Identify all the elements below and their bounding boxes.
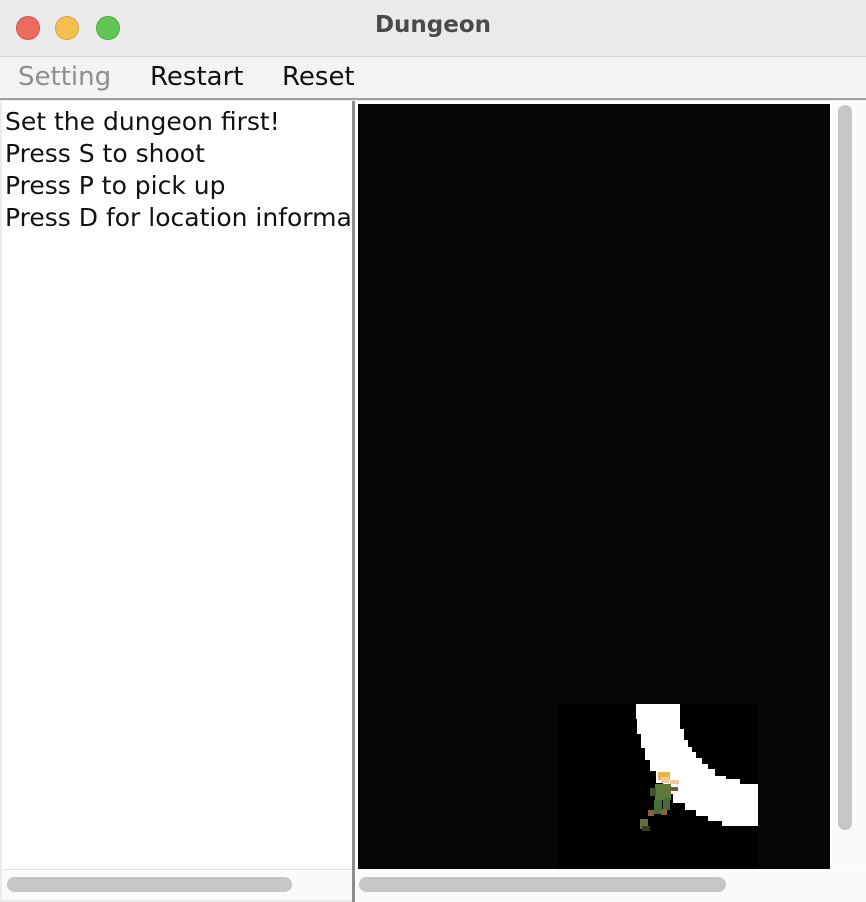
game-vertical-scrollbar[interactable] — [832, 101, 866, 868]
info-panel-horizontal-scrollbar[interactable] — [2, 869, 352, 900]
menu-restart[interactable]: Restart — [150, 62, 243, 92]
dungeon-view[interactable] — [358, 104, 830, 869]
window-title: Dungeon — [374, 12, 492, 38]
game-horizontal-scrollbar[interactable] — [355, 869, 866, 902]
scrollbar-thumb[interactable] — [7, 877, 292, 892]
scrollbar-thumb[interactable] — [359, 877, 726, 892]
menu-reset[interactable]: Reset — [282, 62, 355, 92]
info-panel: Set the dungeon first! Press S to shoot … — [2, 101, 352, 869]
info-line: Press D for location informa — [5, 203, 352, 232]
info-line: Set the dungeon first! — [5, 107, 280, 136]
menu-bar: Setting Restart Reset — [0, 57, 866, 100]
title-bar: Dungeon — [0, 0, 866, 57]
info-line: Press S to shoot — [5, 139, 205, 168]
scrollbar-thumb[interactable] — [838, 105, 852, 830]
menu-setting[interactable]: Setting — [18, 62, 111, 92]
game-scroll-pane — [355, 101, 866, 902]
dungeon-canvas — [358, 104, 830, 869]
info-line: Press P to pick up — [5, 171, 226, 200]
app-window: Dungeon Setting Restart Reset Set the du… — [0, 0, 866, 902]
